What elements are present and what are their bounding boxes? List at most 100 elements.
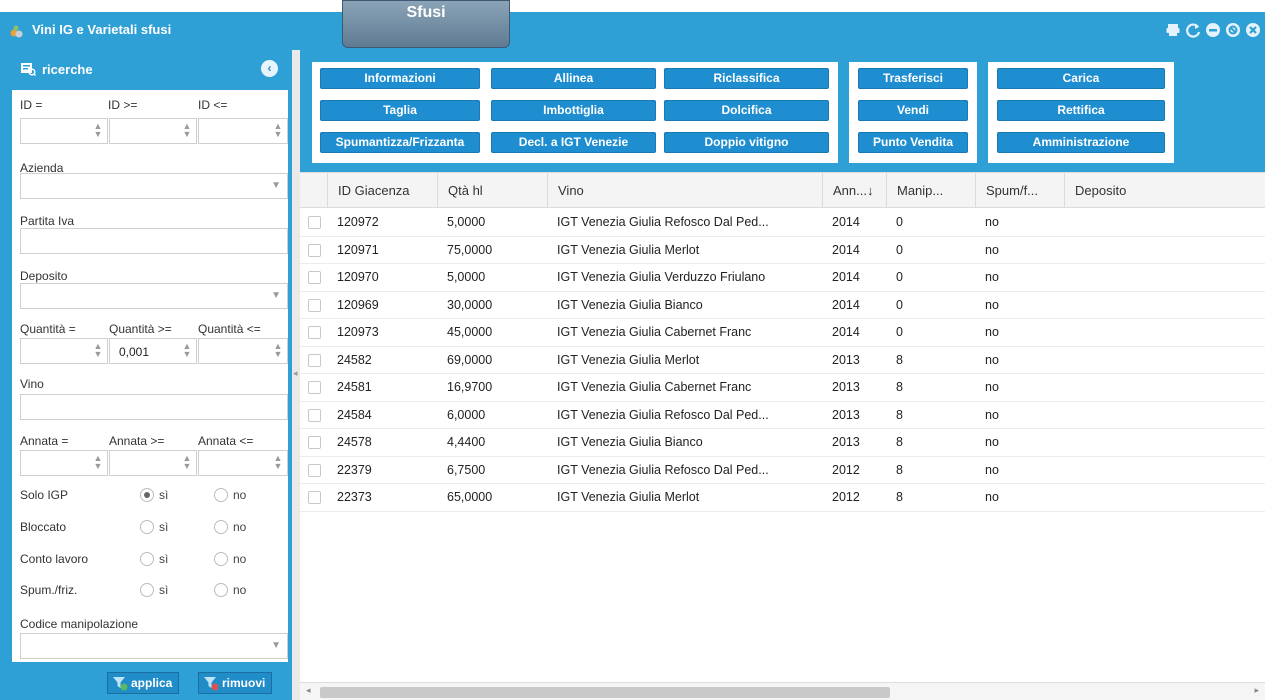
col-qta-hl[interactable]: Qtà hl	[437, 173, 547, 208]
row-checkbox[interactable]	[308, 326, 321, 339]
spumantizza-button[interactable]: Spumantizza/Frizzanta	[320, 132, 480, 153]
horizontal-scrollbar[interactable]: ◂ ▸	[300, 682, 1265, 700]
bloccato-si-radio[interactable]	[140, 520, 154, 534]
col-vino[interactable]: Vino	[547, 173, 822, 208]
deposito-select[interactable]: ▼	[20, 283, 288, 309]
spinner-icon[interactable]: ▲ ▼	[273, 454, 283, 472]
riclassifica-button[interactable]: Riclassifica	[664, 68, 829, 89]
amministrazione-button[interactable]: Amministrazione	[997, 132, 1165, 153]
annata-lte-input[interactable]: ▲ ▼	[198, 450, 288, 476]
cell-qta-hl: 6,7500	[447, 462, 486, 477]
dolcifica-button[interactable]: Dolcifica	[664, 100, 829, 121]
azienda-select[interactable]: ▼	[20, 173, 288, 199]
codice-manip-select[interactable]: ▼	[20, 633, 288, 659]
annata-eq-label: Annata =	[20, 434, 69, 448]
carica-button[interactable]: Carica	[997, 68, 1165, 89]
qty-gte-value: 0,001	[119, 345, 150, 359]
row-checkbox[interactable]	[308, 353, 321, 367]
decl-igt-button[interactable]: Decl. a IGT Venezie	[491, 132, 656, 153]
qty-lte-input[interactable]: ▲ ▼	[198, 338, 288, 364]
id-lte-input[interactable]: ▲ ▼	[198, 118, 288, 144]
id-gte-input[interactable]: ▲ ▼	[109, 118, 197, 144]
spinner-icon[interactable]: ▲ ▼	[182, 454, 192, 472]
row-checkbox[interactable]	[308, 271, 321, 284]
imbottiglia-button[interactable]: Imbottiglia	[491, 100, 656, 121]
spinner-icon[interactable]: ▲ ▼	[182, 122, 192, 140]
scrollbar-thumb[interactable]	[320, 687, 890, 698]
punto-vendita-button[interactable]: Punto Vendita	[858, 132, 968, 153]
row-checkbox[interactable]	[308, 408, 321, 422]
qty-eq-input[interactable]: ▲ ▼	[20, 338, 108, 364]
table-row[interactable]: 24581 16,9700 IGT Venezia Giulia Cabernet …	[300, 374, 1265, 402]
block-icon[interactable]	[1225, 22, 1241, 38]
cell-manip: 8	[896, 407, 903, 422]
bloccato-no-radio[interactable]	[214, 520, 228, 534]
table-row[interactable]: 120969 30,0000 IGT Venezia Giulia Bianco 20…	[300, 292, 1265, 319]
id-eq-input[interactable]: ▲ ▼	[20, 118, 108, 144]
allinea-button[interactable]: Allinea	[491, 68, 656, 89]
cell-spum-friz: no	[985, 215, 999, 229]
cell-annata: 2012	[832, 462, 860, 477]
conto-lavoro-si-radio[interactable]	[140, 552, 154, 566]
print-icon[interactable]	[1165, 22, 1181, 38]
scroll-right-icon[interactable]: ▸	[1254, 685, 1259, 696]
vino-input[interactable]	[20, 394, 288, 420]
table-row[interactable]: 24578 4,4400 IGT Venezia Giulia Bianco 2013…	[300, 429, 1265, 457]
rettifica-button[interactable]: Rettifica	[997, 100, 1165, 121]
row-checkbox[interactable]	[308, 298, 321, 312]
col-deposito[interactable]: Deposito	[1064, 173, 1265, 208]
spinner-icon[interactable]: ▲ ▼	[93, 454, 103, 472]
solo-igp-no-radio[interactable]	[214, 488, 228, 502]
spinner-icon[interactable]: ▲ ▼	[273, 122, 283, 140]
spinner-icon[interactable]: ▲ ▼	[93, 122, 103, 140]
col-spum-friz[interactable]: Spum/f...	[975, 173, 1064, 208]
remove-filter-label: rimuovi	[222, 676, 266, 690]
panel-splitter[interactable]: ◂	[292, 50, 300, 700]
row-checkbox[interactable]	[308, 381, 321, 394]
table-row[interactable]: 120972 5,0000 IGT Venezia Giulia Refosco D…	[300, 209, 1265, 237]
col-manip[interactable]: Manip...	[886, 173, 975, 208]
taglia-button[interactable]: Taglia	[320, 100, 480, 121]
col-annata-sorted[interactable]: Ann...↓	[822, 173, 886, 208]
cell-spum-friz: no	[985, 380, 999, 394]
annata-eq-input[interactable]: ▲ ▼	[20, 450, 108, 476]
spinner-icon[interactable]: ▲ ▼	[93, 342, 103, 360]
vendi-button[interactable]: Vendi	[858, 100, 968, 121]
table-row[interactable]: 24584 6,0000 IGT Venezia Giulia Refosco Da…	[300, 402, 1265, 429]
annata-gte-input[interactable]: ▲ ▼	[109, 450, 197, 476]
row-checkbox[interactable]	[308, 463, 321, 477]
spum-friz-no-radio[interactable]	[214, 583, 228, 597]
splitter-grip-icon[interactable]: ◂	[293, 368, 299, 382]
table-row[interactable]: 120971 75,0000 IGT Venezia Giulia Merlot 20…	[300, 237, 1265, 264]
refresh-icon[interactable]	[1185, 22, 1201, 38]
spinner-icon[interactable]: ▲ ▼	[182, 342, 192, 360]
spinner-icon[interactable]: ▲ ▼	[273, 342, 283, 360]
informazioni-button[interactable]: Informazioni	[320, 68, 480, 89]
row-checkbox[interactable]	[308, 243, 321, 257]
scroll-left-icon[interactable]: ◂	[306, 685, 311, 696]
tab-sfusi[interactable]: Sfusi	[342, 0, 510, 48]
spum-friz-no-label: no	[233, 583, 247, 597]
collapse-panel-button[interactable]: ‹	[261, 60, 278, 77]
qty-gte-input[interactable]: 0,001 ▲ ▼	[109, 338, 197, 364]
table-row[interactable]: 120970 5,0000 IGT Venezia Giulia Verduzzo …	[300, 264, 1265, 292]
row-checkbox[interactable]	[308, 491, 321, 504]
solo-igp-si-radio[interactable]	[140, 488, 154, 502]
spum-friz-si-radio[interactable]	[140, 583, 154, 597]
table-row[interactable]: 22373 65,0000 IGT Venezia Giulia Merlot 201…	[300, 484, 1265, 512]
col-id-giacenza[interactable]: ID Giacenza	[327, 173, 437, 208]
apply-filter-button[interactable]: applica	[107, 672, 180, 694]
remove-filter-button[interactable]: rimuovi	[198, 672, 273, 694]
table-row[interactable]: 22379 6,7500 IGT Venezia Giulia Refosco Da…	[300, 457, 1265, 484]
table-row[interactable]: 120973 45,0000 IGT Venezia Giulia Cabernet…	[300, 319, 1265, 347]
row-checkbox[interactable]	[308, 436, 321, 449]
trasferisci-button[interactable]: Trasferisci	[858, 68, 968, 89]
minimize-icon[interactable]	[1205, 22, 1221, 38]
doppio-vitigno-button[interactable]: Doppio vitigno	[664, 132, 829, 153]
table-row[interactable]: 24582 69,0000 IGT Venezia Giulia Merlot 201…	[300, 347, 1265, 374]
partita-iva-input[interactable]	[20, 228, 288, 254]
row-checkbox[interactable]	[308, 216, 321, 229]
close-icon[interactable]	[1245, 22, 1261, 38]
conto-lavoro-no-radio[interactable]	[214, 552, 228, 566]
cell-id-giacenza: 120969	[337, 297, 379, 312]
